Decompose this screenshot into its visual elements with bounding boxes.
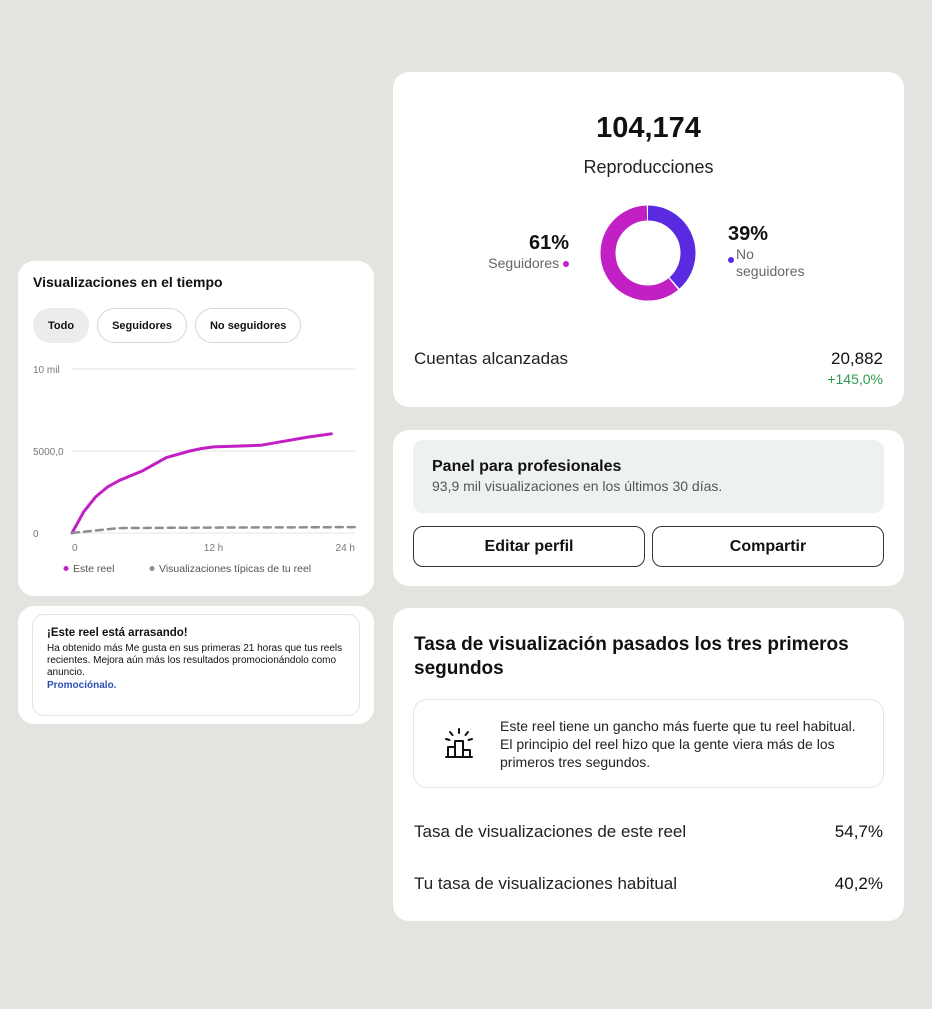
reach-delta: +145,0% [827, 371, 883, 387]
this-reel-rate-label: Tasa de visualizaciones de este reel [414, 822, 687, 841]
views-card-title: Visualizaciones en el tiempo [33, 274, 223, 290]
non-followers-pct: 39% [728, 223, 769, 245]
plays-card: 104,174 Reproducciones 61% Seguidores 39… [393, 72, 904, 407]
followers-stat: 61% Seguidores [488, 232, 569, 272]
typical-reel-series-line [70, 525, 357, 535]
this-reel-series-line [70, 432, 333, 535]
edit-profile-button[interactable]: Editar perfil [413, 526, 645, 567]
hook-insight-text: Este reel tiene un gancho más fuerte que… [500, 718, 856, 770]
pro-panel-title: Panel para profesionales [432, 458, 622, 475]
legend-typical-reel: Visualizaciones típicas de tu reel [159, 563, 311, 575]
non-followers-label-line1: No [736, 246, 754, 262]
filter-non-followers-pill[interactable]: No seguidores [194, 308, 302, 343]
pro-panel-card: Panel para profesionales 93,9 mil visual… [393, 430, 904, 586]
pro-panel-subtitle: 93,9 mil visualizaciones en los últimos … [432, 478, 723, 494]
x-tick-label: 12 h [204, 543, 223, 554]
reach-label: Cuentas alcanzadas [414, 349, 569, 368]
promo-title: ¡Este reel está arrasando! [47, 627, 188, 639]
views-line-chart: 0 5000,0 10 mil 0 12 h 24 h Este reel Visualiza… [33, 365, 357, 575]
audience-donut-chart [600, 205, 696, 301]
filter-all-pill[interactable]: Todo [33, 308, 90, 343]
non-followers-label-line2: seguidores [736, 263, 805, 279]
podium-sparkle-icon [445, 728, 473, 758]
plays-total: 104,174 [596, 112, 701, 144]
followers-pct: 61% [528, 232, 569, 254]
legend-dot-icon [63, 566, 69, 571]
promo-card: ¡Este reel está arrasando! Ha obtenido m… [18, 606, 374, 724]
usual-rate-label: Tu tasa de visualizaciones habitual [414, 874, 678, 893]
legend-this-reel: Este reel [73, 563, 114, 575]
retention-card: Tasa de visualización pasados los tres p… [393, 608, 904, 921]
promo-box: ¡Este reel está arrasando! Ha obtenido m… [32, 614, 360, 716]
filter-followers-pill[interactable]: Seguidores [97, 308, 187, 343]
non-followers-stat: 39% No seguidores [728, 223, 805, 280]
y-tick-label: 5000,0 [33, 447, 64, 458]
x-tick-label: 0 [72, 543, 78, 554]
non-followers-dot-icon [728, 257, 734, 263]
this-reel-rate-row: Tasa de visualizaciones de este reel 54,… [414, 822, 883, 842]
this-reel-rate-value: 54,7% [834, 822, 883, 841]
retention-title: Tasa de visualización pasados los tres p… [414, 634, 849, 679]
share-button[interactable]: Compartir [652, 526, 884, 567]
hook-insight-box: Este reel tiene un gancho más fuerte que… [413, 699, 884, 788]
followers-label: Seguidores [488, 255, 560, 271]
x-tick-label: 24 h [336, 543, 355, 554]
plays-label: Reproducciones [583, 157, 714, 177]
legend-dot-icon [149, 566, 155, 571]
y-tick-label: 0 [33, 529, 39, 540]
reach-value: 20,882 [831, 349, 883, 368]
usual-rate-value: 40,2% [834, 874, 883, 893]
promo-body: Ha obtenido más Me gusta en sus primeras… [47, 643, 343, 678]
promote-link[interactable]: Promociónalo. [47, 680, 345, 691]
followers-dot-icon [563, 261, 569, 268]
views-over-time-card: Visualizaciones en el tiempo Todo Seguid… [18, 261, 374, 596]
pro-dashboard-link[interactable]: Panel para profesionales 93,9 mil visual… [413, 440, 884, 513]
audience-filter-group: Todo Seguidores No seguidores [33, 308, 302, 343]
usual-rate-row: Tu tasa de visualizaciones habitual 40,2… [414, 874, 883, 894]
y-tick-label: 10 mil [33, 365, 60, 376]
